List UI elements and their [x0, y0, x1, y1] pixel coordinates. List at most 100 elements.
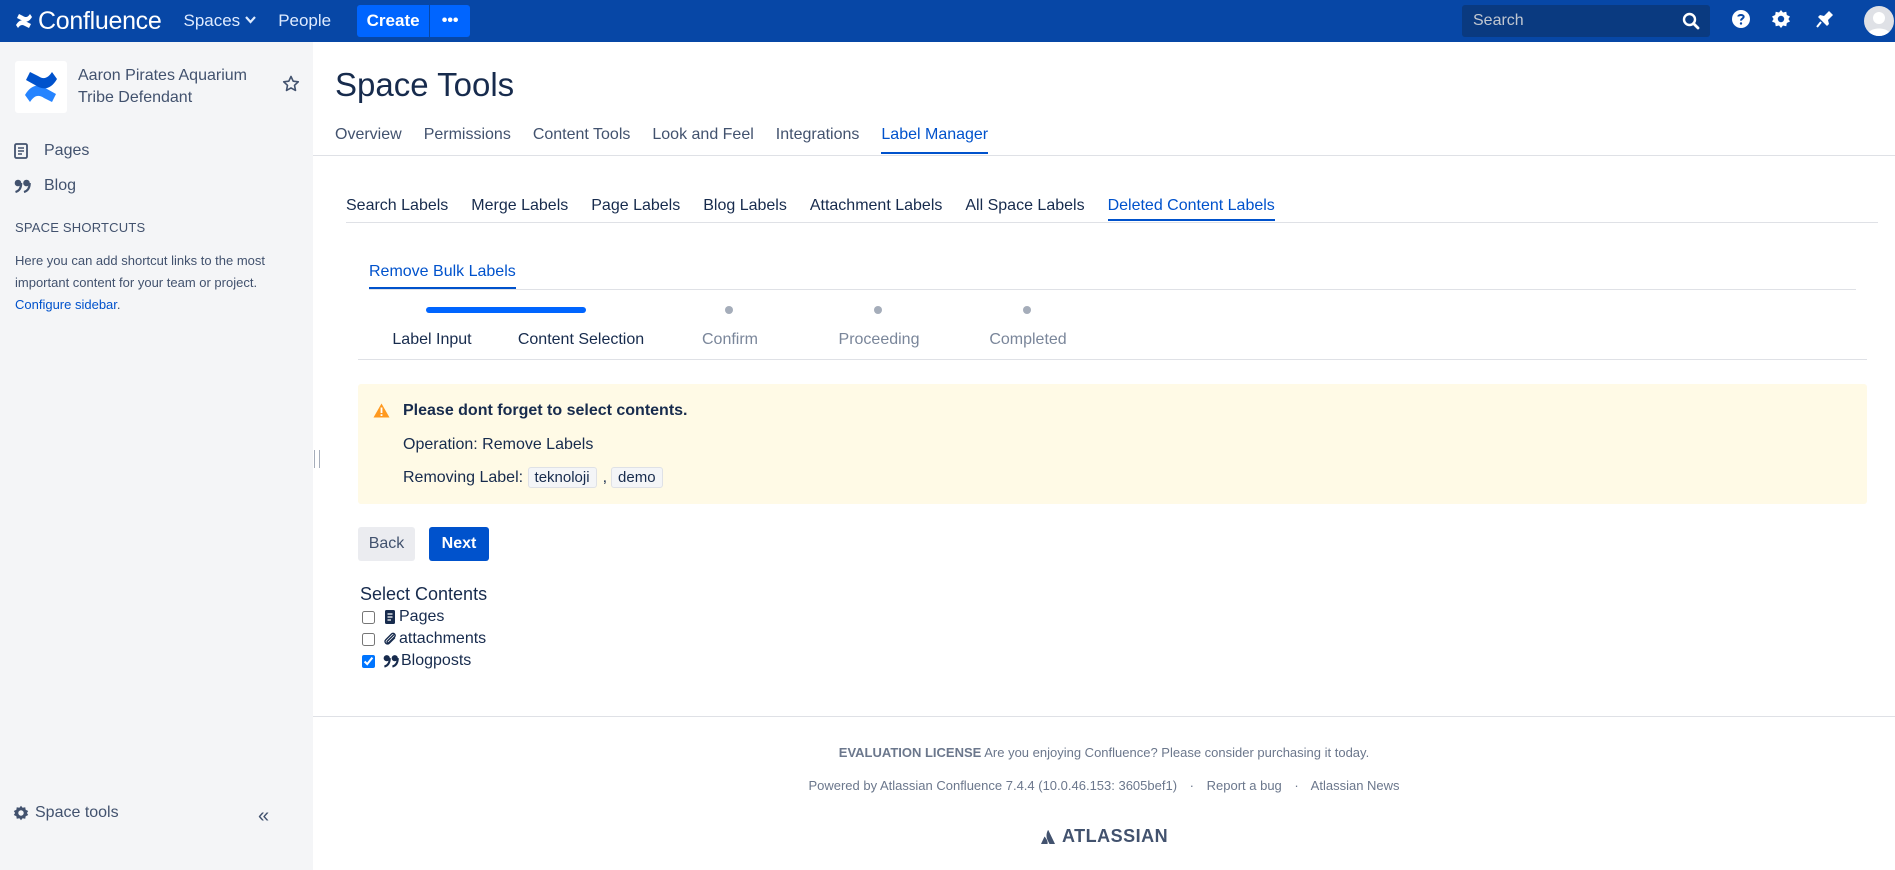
option-label: Blogposts	[401, 652, 472, 669]
sidebar-item-blog[interactable]: Blog	[14, 177, 76, 195]
people-link[interactable]: People	[278, 11, 331, 31]
step-completed: Completed	[989, 331, 1067, 348]
label-manager-tabs: Search Labels Merge Labels Page Labels B…	[346, 197, 1298, 221]
attachments-checkbox[interactable]	[362, 632, 375, 646]
space-shortcuts-text: Here you can add shortcut links to the m…	[15, 250, 295, 316]
sidebar-item-pages[interactable]: Pages	[14, 142, 89, 160]
top-navigation: Confluence Spaces People Create •••	[0, 0, 1895, 42]
atlassian-logo-icon	[1041, 829, 1055, 844]
space-shortcuts-title: SPACE SHORTCUTS	[15, 220, 146, 235]
content-option-attachments[interactable]: attachments	[362, 630, 486, 648]
search-input[interactable]	[1473, 12, 1673, 30]
blog-quote-icon	[14, 179, 34, 193]
space-tools-label: Space tools	[35, 804, 119, 821]
operation-text: Operation: Remove Labels	[403, 436, 594, 453]
step-proceeding: Proceeding	[838, 331, 920, 348]
warning-icon	[373, 403, 390, 423]
warning-message: Please dont forget to select contents. O…	[358, 384, 1867, 504]
tab-all-space-labels[interactable]: All Space Labels	[965, 197, 1084, 221]
create-button[interactable]: Create	[357, 5, 430, 37]
tab-page-labels[interactable]: Page Labels	[591, 197, 680, 221]
blog-quote-icon	[383, 654, 399, 668]
space-name[interactable]: Aaron Pirates Aquarium Tribe Defendant	[78, 65, 258, 109]
option-label: Pages	[399, 608, 445, 625]
chevron-down-icon	[245, 15, 257, 27]
spaces-menu[interactable]: Spaces	[183, 11, 257, 31]
tab-overview[interactable]: Overview	[335, 126, 402, 154]
license-notice: EVALUATION LICENSE Are you enjoying Conf…	[313, 745, 1895, 760]
configure-sidebar-link[interactable]: Configure sidebar	[15, 297, 117, 312]
space-tools-tabs: Overview Permissions Content Tools Look …	[335, 126, 1010, 154]
report-bug-link[interactable]: Report a bug	[1207, 778, 1282, 793]
pages-icon	[14, 143, 34, 159]
atlassian-news-link[interactable]: Atlassian News	[1311, 778, 1400, 793]
search-box[interactable]	[1462, 5, 1710, 37]
shortcuts-suffix: .	[116, 297, 121, 312]
tab-search-labels[interactable]: Search Labels	[346, 197, 448, 221]
powered-by-link[interactable]: Powered by Atlassian Confluence 7.4.4 (1…	[808, 778, 1177, 793]
tab-merge-labels[interactable]: Merge Labels	[471, 197, 568, 221]
tabs-divider	[313, 155, 1895, 156]
tab-permissions[interactable]: Permissions	[424, 126, 511, 154]
tab-integrations[interactable]: Integrations	[776, 126, 860, 154]
tab-look-and-feel[interactable]: Look and Feel	[652, 126, 753, 154]
tab-attachment-labels[interactable]: Attachment Labels	[810, 197, 943, 221]
license-text: Are you enjoying Confluence? Please cons…	[984, 745, 1370, 760]
tab-blog-labels[interactable]: Blog Labels	[703, 197, 787, 221]
license-title: EVALUATION LICENSE	[838, 745, 982, 760]
gear-icon	[13, 805, 29, 821]
sidebar-item-label: Blog	[44, 177, 77, 194]
avatar[interactable]	[1864, 6, 1894, 36]
tab-remove-bulk-labels[interactable]: Remove Bulk Labels	[369, 263, 516, 289]
space-logo[interactable]	[15, 61, 67, 113]
space-tools-button[interactable]: Space tools	[13, 804, 119, 822]
back-button[interactable]: Back	[358, 527, 415, 561]
option-label: attachments	[399, 630, 487, 647]
step-dot-proceeding	[874, 306, 882, 314]
search-icon[interactable]	[1682, 12, 1700, 35]
create-more-button[interactable]: •••	[430, 5, 471, 37]
help-icon[interactable]	[1731, 9, 1751, 34]
label-lozenge: teknoloji	[527, 467, 597, 488]
removing-label-prefix: Removing Label:	[403, 469, 524, 486]
confluence-logo[interactable]: Confluence	[14, 6, 162, 36]
footer-divider	[313, 716, 1895, 717]
content-option-blogposts[interactable]: Blogposts	[362, 652, 471, 670]
collapse-sidebar-icon[interactable]: «	[258, 805, 269, 828]
footer-separator: ·	[1294, 778, 1299, 793]
spaces-label: Spaces	[183, 11, 241, 30]
footer-separator: ·	[1189, 778, 1194, 793]
pages-checkbox[interactable]	[362, 610, 375, 624]
product-name: Confluence	[38, 6, 162, 35]
star-icon[interactable]	[282, 75, 300, 98]
wizard-divider	[358, 359, 1867, 360]
step-content-selection: Content Selection	[517, 331, 645, 348]
page-title: Space Tools	[335, 66, 515, 103]
atlassian-logo-text: ATLASSIAN	[1062, 826, 1169, 846]
step-confirm: Confirm	[701, 331, 758, 348]
tab-content-tools[interactable]: Content Tools	[533, 126, 631, 154]
atlassian-logo[interactable]: ATLASSIAN	[1040, 826, 1168, 847]
confluence-logo-icon	[16, 14, 32, 28]
tab-deleted-content-labels[interactable]: Deleted Content Labels	[1107, 197, 1275, 221]
label-lozenge: demo	[611, 467, 663, 488]
shortcuts-description: Here you can add shortcut links to the m…	[15, 253, 266, 290]
warning-title: Please dont forget to select contents.	[403, 402, 688, 419]
next-button[interactable]: Next	[429, 527, 489, 561]
wizard-progress-bar	[426, 307, 586, 313]
footer-links: Powered by Atlassian Confluence 7.4.4 (1…	[313, 778, 1895, 793]
inner-tabs-divider	[369, 289, 1856, 290]
sidebar-resize-handle[interactable]	[314, 450, 320, 468]
subtabs-divider	[346, 222, 1878, 223]
step-dot-completed	[1023, 306, 1031, 314]
people-label: People	[278, 11, 332, 30]
sidebar: Aaron Pirates Aquarium Tribe Defendant P…	[0, 42, 313, 870]
removing-labels-line: Removing Label: teknoloji, demo	[403, 467, 663, 488]
notification-icon[interactable]	[1815, 9, 1835, 34]
tab-label-manager[interactable]: Label Manager	[881, 126, 989, 154]
gear-icon[interactable]	[1771, 9, 1791, 34]
content-option-pages[interactable]: Pages	[362, 608, 444, 626]
label-separator: ,	[602, 469, 608, 486]
select-contents-title: Select Contents	[360, 584, 488, 604]
blogposts-checkbox[interactable]	[362, 654, 375, 668]
